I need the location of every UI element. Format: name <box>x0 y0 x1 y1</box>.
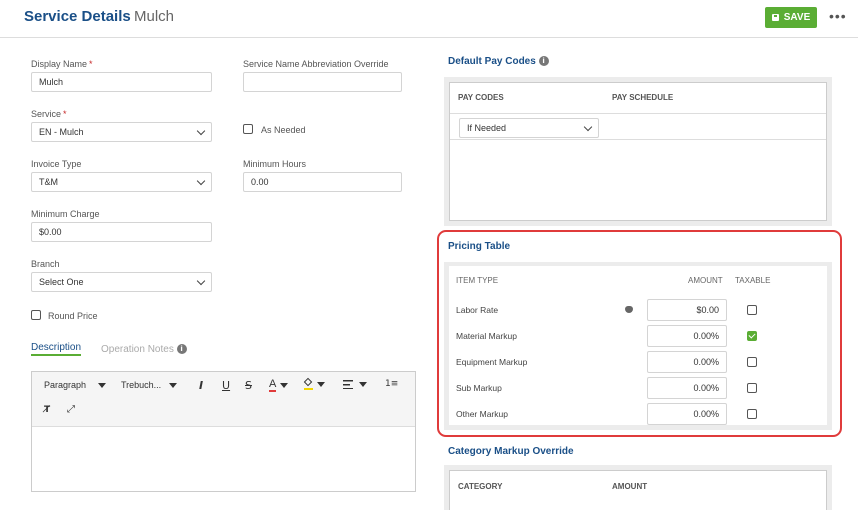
col-amount: AMOUNT <box>612 482 648 491</box>
page-title: Service Details <box>24 8 131 25</box>
abbrev-field[interactable] <box>243 72 402 92</box>
info-icon: i <box>176 344 187 355</box>
paint-bucket-icon <box>303 377 313 390</box>
page-header: Service Details Mulch SAVE ••• <box>0 0 858 38</box>
pay-codes-panel: PAY CODES PAY SCHEDULE If Needed <box>444 77 832 226</box>
caret-down-icon <box>317 382 325 387</box>
category-override-title: Category Markup Override <box>448 446 574 457</box>
service-select[interactable]: EN - Mulch <box>31 122 212 142</box>
round-price-checkbox[interactable] <box>31 310 41 320</box>
chevron-down-icon <box>583 122 593 131</box>
chevron-down-icon <box>196 126 206 135</box>
align-left-icon <box>343 380 353 389</box>
caret-down-icon <box>98 382 107 388</box>
min-charge-label: Minimum Charge <box>31 209 100 219</box>
highlight-box <box>437 230 842 437</box>
align-button[interactable] <box>343 380 367 389</box>
service-label: Service * <box>31 109 67 119</box>
more-options-icon[interactable]: ••• <box>829 7 847 25</box>
pay-codes-title: Default Pay Codes i <box>448 56 549 67</box>
invoice-type-select[interactable]: T&M <box>31 172 212 192</box>
italic-button[interactable]: I <box>199 379 203 392</box>
save-icon <box>771 14 779 21</box>
invoice-type-label: Invoice Type <box>31 159 82 169</box>
category-override-table: CATEGORY AMOUNT <box>449 470 827 510</box>
branch-label: Branch <box>31 259 60 269</box>
as-needed-checkbox[interactable] <box>243 124 253 134</box>
highlight-color-button[interactable] <box>303 377 325 390</box>
display-name-field[interactable]: Mulch <box>31 72 212 92</box>
description-editor[interactable]: Paragraph Trebuch... I U S A 1≡ T̸ ⤢ <box>31 371 416 492</box>
tab-operation-notes[interactable]: Operation Notes i <box>101 344 187 355</box>
divider <box>450 139 826 140</box>
col-pay-codes: PAY CODES <box>458 93 504 102</box>
min-charge-field[interactable]: $0.00 <box>31 222 212 242</box>
min-hours-field[interactable]: 0.00 <box>243 172 402 192</box>
as-needed-label: As Needed <box>261 125 306 135</box>
round-price-label: Round Price <box>48 311 98 321</box>
min-hours-label: Minimum Hours <box>243 159 307 169</box>
col-category: CATEGORY <box>458 482 503 491</box>
col-pay-schedule: PAY SCHEDULE <box>612 93 674 102</box>
fullscreen-icon[interactable]: ⤢ <box>67 404 75 415</box>
info-icon: i <box>538 56 549 67</box>
display-name-label: Display Name * <box>31 59 93 69</box>
clear-formatting-icon[interactable]: T̸ <box>44 405 50 415</box>
save-button[interactable]: SAVE <box>765 7 817 28</box>
chevron-down-icon <box>196 176 206 185</box>
font-color-button[interactable]: A <box>269 379 289 392</box>
pay-codes-table: PAY CODES PAY SCHEDULE If Needed <box>449 82 827 221</box>
paragraph-format-dropdown[interactable]: Paragraph <box>44 380 107 390</box>
category-override-panel: CATEGORY AMOUNT <box>444 465 832 510</box>
caret-down-icon <box>280 383 289 388</box>
branch-select[interactable]: Select One <box>31 272 212 292</box>
divider <box>450 113 826 114</box>
ordered-list-icon[interactable]: 1≡ <box>385 379 398 389</box>
underline-button[interactable]: U <box>222 379 230 392</box>
save-label: SAVE <box>783 12 811 23</box>
caret-down-icon <box>169 382 178 388</box>
tab-description[interactable]: Description <box>31 342 82 356</box>
page-subtitle: Mulch <box>134 8 175 25</box>
chevron-down-icon <box>196 276 206 285</box>
pay-schedule-select[interactable]: If Needed <box>459 118 599 138</box>
abbrev-label: Service Name Abbreviation Override <box>243 59 389 69</box>
strikethrough-button[interactable]: S <box>245 379 252 392</box>
font-family-dropdown[interactable]: Trebuch... <box>121 380 178 390</box>
editor-toolbar: Paragraph Trebuch... I U S A 1≡ T̸ ⤢ <box>32 372 415 427</box>
caret-down-icon <box>359 382 367 387</box>
